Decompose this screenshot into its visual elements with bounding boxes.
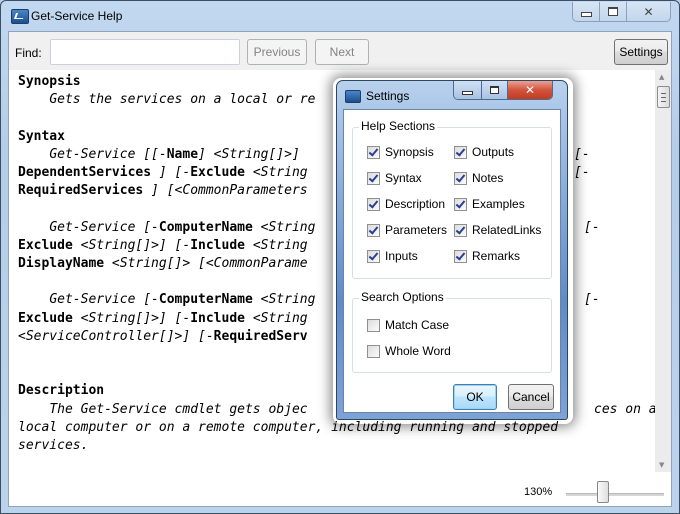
checkbox-description[interactable]: Description xyxy=(367,197,445,211)
checkbox-icon xyxy=(454,249,467,263)
description-text: services. xyxy=(18,438,89,454)
dialog-caption-buttons: ✕ xyxy=(453,81,553,100)
checkbox-match-case[interactable]: Match Case xyxy=(367,318,449,332)
close-icon: ✕ xyxy=(643,4,654,19)
find-input[interactable] xyxy=(50,39,240,65)
checkbox-icon xyxy=(454,145,467,159)
window-title: Get-Service Help xyxy=(31,9,123,23)
dialog-close-button[interactable]: ✕ xyxy=(508,81,552,99)
minimize-icon xyxy=(462,90,473,95)
status-bar: 130% xyxy=(9,472,671,506)
checkbox-icon xyxy=(367,318,380,332)
scroll-up-icon[interactable]: ▲ xyxy=(659,73,664,81)
settings-dialog: Settings ✕ Help Sections Synopsis Syntax… xyxy=(336,80,568,420)
dialog-title: Settings xyxy=(366,89,410,103)
minimize-button[interactable] xyxy=(573,2,600,21)
checkbox-outputs[interactable]: Outputs xyxy=(454,145,514,159)
close-icon: ✕ xyxy=(524,83,536,97)
checkbox-remarks[interactable]: Remarks xyxy=(454,249,520,263)
maximize-icon xyxy=(608,7,618,16)
checkbox-icon xyxy=(367,344,380,358)
dialog-client: Help Sections Synopsis Syntax Descriptio… xyxy=(343,109,561,413)
ok-button[interactable]: OK xyxy=(453,384,497,410)
checkbox-examples[interactable]: Examples xyxy=(454,197,525,211)
maximize-icon xyxy=(490,86,499,94)
checkbox-icon xyxy=(367,197,380,211)
search-options-label: Search Options xyxy=(359,290,446,304)
maximize-button[interactable] xyxy=(600,2,627,21)
zoom-slider-track[interactable] xyxy=(566,493,664,496)
next-button[interactable]: Next xyxy=(315,39,369,65)
powershell-icon xyxy=(11,9,29,24)
dialog-minimize-button[interactable] xyxy=(454,81,482,99)
find-toolbar: Find: Previous Next Settings xyxy=(9,32,671,70)
scroll-thumb[interactable] xyxy=(657,86,670,108)
checkbox-whole-word[interactable]: Whole Word xyxy=(367,344,451,358)
checkbox-synopsis[interactable]: Synopsis xyxy=(367,145,434,159)
search-options-group: Search Options xyxy=(352,290,552,373)
checkbox-icon xyxy=(454,223,467,237)
powershell-icon xyxy=(345,90,361,103)
checkbox-icon xyxy=(454,171,467,185)
checkbox-icon xyxy=(367,249,380,263)
checkbox-icon xyxy=(454,197,467,211)
settings-button[interactable]: Settings xyxy=(614,39,668,65)
checkbox-relatedlinks[interactable]: RelatedLinks xyxy=(454,223,541,237)
checkbox-inputs[interactable]: Inputs xyxy=(367,249,418,263)
vertical-scrollbar[interactable]: ▲ ▼ xyxy=(655,70,671,472)
title-bar[interactable]: Get-Service Help ✕ xyxy=(1,1,679,31)
checkbox-icon xyxy=(367,223,380,237)
caption-buttons: ✕ xyxy=(572,2,671,22)
dialog-maximize-button[interactable] xyxy=(482,81,508,99)
checkbox-syntax[interactable]: Syntax xyxy=(367,171,422,185)
checkbox-icon xyxy=(367,145,380,159)
scroll-down-icon[interactable]: ▼ xyxy=(659,461,664,469)
checkbox-notes[interactable]: Notes xyxy=(454,171,503,185)
cancel-button[interactable]: Cancel xyxy=(508,384,554,410)
checkbox-parameters[interactable]: Parameters xyxy=(367,223,447,237)
close-button[interactable]: ✕ xyxy=(627,2,670,21)
previous-button[interactable]: Previous xyxy=(247,39,307,65)
find-label: Find: xyxy=(15,46,42,60)
help-sections-label: Help Sections xyxy=(359,119,438,133)
zoom-slider-thumb[interactable] xyxy=(597,481,609,503)
zoom-level-label: 130% xyxy=(524,486,553,498)
minimize-icon xyxy=(580,12,592,17)
checkbox-icon xyxy=(367,171,380,185)
